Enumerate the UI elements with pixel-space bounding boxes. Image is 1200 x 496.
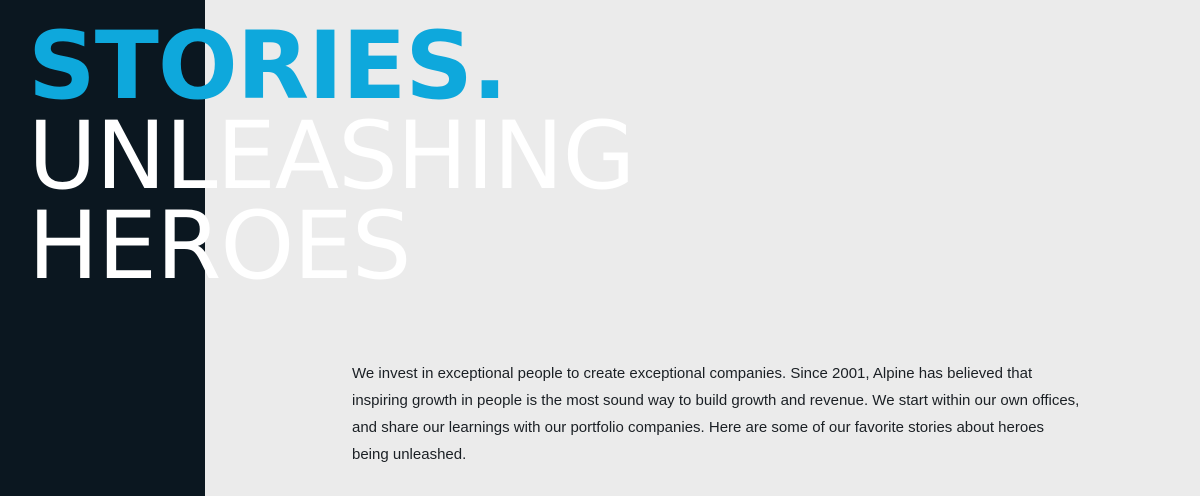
headline-stories: STORIES. bbox=[28, 12, 508, 121]
headline-heroes: HEROES bbox=[28, 192, 411, 301]
intro-paragraph: We invest in exceptional people to creat… bbox=[352, 365, 1080, 463]
headline-unleashing: UNLEASHING bbox=[28, 102, 635, 211]
hero-headline: STORIES. UNLEASHING HEROES bbox=[28, 12, 635, 301]
